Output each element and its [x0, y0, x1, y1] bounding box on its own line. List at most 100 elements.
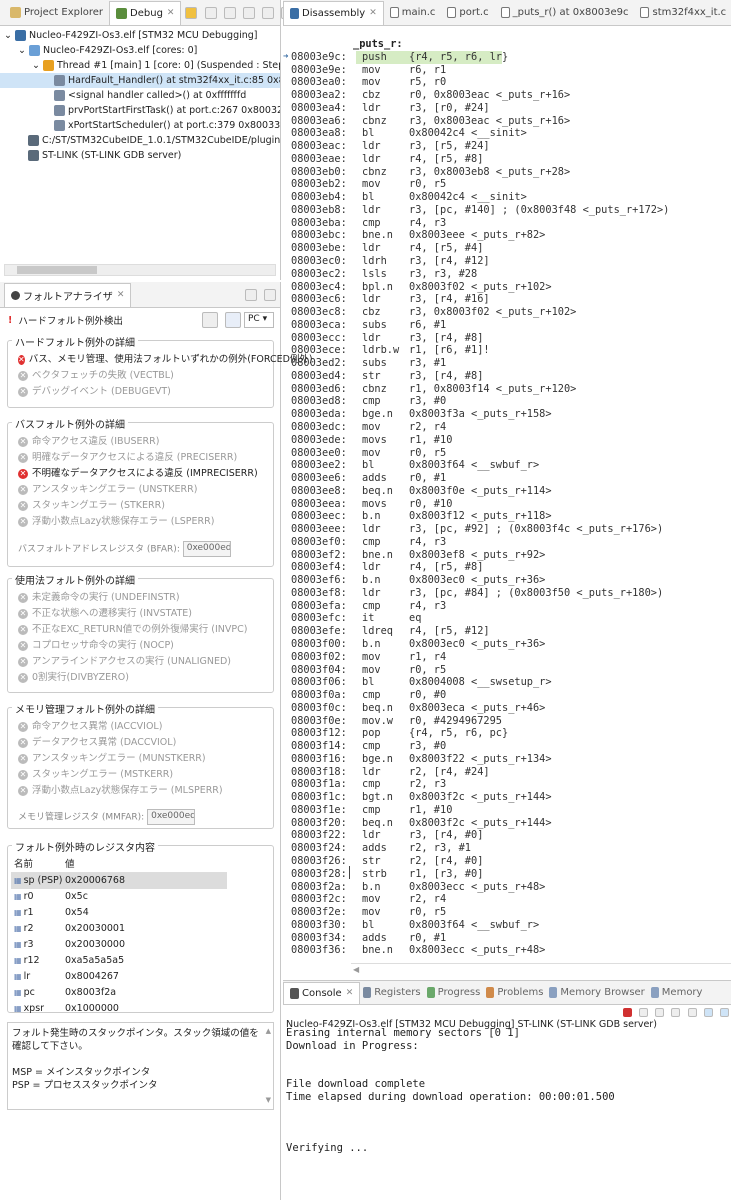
disassembly-line[interactable]: 08003f34: adds r0, #1: [283, 932, 731, 945]
register-row[interactable]: ▦ r2 0x20030001: [11, 921, 227, 937]
tree-item-process[interactable]: ⌄ Nucleo-F429ZI-Os3.elf [cores: 0]: [0, 43, 280, 58]
bfar-field[interactable]: 0xe000ed: [182, 541, 231, 557]
register-row[interactable]: ▦ pc 0x8003f2a: [11, 985, 227, 1001]
disassembly-line[interactable]: 08003eee: ldr r3, [pc, #92] ; (0x8003f4c <…: [283, 523, 731, 536]
register-row[interactable]: ▦ sp (PSP) 0x20006768: [11, 873, 227, 889]
disassembly-line[interactable]: 08003f12: pop {r4, r5, r6, pc}: [283, 727, 731, 740]
disassembly-line[interactable]: 08003eac: ldr r3, [r5, #24]: [283, 140, 731, 153]
disassembly-line[interactable]: 08003f14: cmp r3, #0: [283, 740, 731, 753]
open-console-icon[interactable]: [720, 1007, 729, 1017]
tab-debug[interactable]: Debug ✕: [109, 0, 182, 25]
disassembly-line[interactable]: 08003f2e: mov r0, r5: [283, 906, 731, 919]
maximize-icon[interactable]: [264, 288, 276, 301]
disassembly-line[interactable]: 08003ec4: bpl.n 0x8003f02 <_puts_r+102>: [283, 281, 731, 294]
scrollbar-thumb[interactable]: [17, 266, 97, 274]
disassembly-line[interactable]: 08003ed2: subs r3, #1: [283, 357, 731, 370]
scroll-left-icon[interactable]: ◀: [353, 965, 359, 974]
minimize-icon[interactable]: [244, 288, 257, 301]
tab-port-c[interactable]: port.c: [441, 1, 494, 25]
disassembly-line[interactable]: 08003ede: movs r1, #10: [283, 434, 731, 447]
disassembly-line[interactable]: 08003ef0: cmp r4, r3: [283, 536, 731, 549]
tab-memory-browser[interactable]: Memory Browser: [546, 982, 647, 1004]
tree-item-thread[interactable]: ⌄ Thread #1 [main] 1 [core: 0] (Suspende…: [0, 58, 280, 73]
disassembly-line[interactable]: 08003f16: bge.n 0x8003f22 <_puts_r+134>: [283, 753, 731, 766]
tab-progress[interactable]: Progress: [424, 982, 484, 1004]
open-source-icon[interactable]: [201, 312, 218, 328]
tab-puts-r[interactable]: _puts_r() at 0x8003e9c: [495, 1, 635, 25]
register-row[interactable]: ▦ xpsr 0x1000000: [11, 1001, 227, 1017]
disassembly-line[interactable]: 08003eb8: ldr r3, [pc, #140] ; (0x8003f48 …: [283, 204, 731, 217]
disassembly-line[interactable]: 08003ebe: ldr r4, [r5, #4]: [283, 242, 731, 255]
disassembly-line[interactable]: 08003ee6: adds r0, #1: [283, 472, 731, 485]
register-row[interactable]: ▦ lr 0x8004267: [11, 969, 227, 985]
disassembly-line[interactable]: 08003eae: ldr r4, [r5, #8]: [283, 153, 731, 166]
disassembly-line[interactable]: 08003f24: adds r2, r3, #1: [283, 842, 731, 855]
tab-fault-analyzer[interactable]: フォルトアナライザ ✕: [4, 282, 132, 307]
tab-problems[interactable]: Problems: [483, 982, 546, 1004]
disassembly-line[interactable]: 08003f1a: cmp r2, r3: [283, 778, 731, 791]
tab-memory[interactable]: Memory: [648, 982, 706, 1004]
step-icon[interactable]: [223, 6, 236, 19]
register-row[interactable]: ▦ r12 0xa5a5a5a5: [11, 953, 227, 969]
disassembly-line[interactable]: 08003ef6: b.n 0x8003ec0 <_puts_r+36>: [283, 574, 731, 587]
disassembly-line[interactable]: 08003ee2: bl 0x8003f64 <__swbuf_r>: [283, 459, 731, 472]
disconnect-icon[interactable]: [204, 6, 217, 19]
column-value[interactable]: 値: [63, 857, 75, 872]
disassembly-line[interactable]: 08003eec: b.n 0x8003f12 <_puts_r+118>: [283, 510, 731, 523]
disassembly-line[interactable]: 08003ef2: bne.n 0x8003ef8 <_puts_r+92>: [283, 549, 731, 562]
disassembly-line[interactable]: 08003ea6: cbnz r3, 0x8003eac <_puts_r+16>: [283, 115, 731, 128]
disassembly-line[interactable]: 08003f20: beq.n 0x8003f2c <_puts_r+144>: [283, 817, 731, 830]
register-row[interactable]: ▦ r3 0x20030000: [11, 937, 227, 953]
disassembly-line[interactable]: 08003ebc: bne.n 0x8003eee <_puts_r+82>: [283, 229, 731, 242]
disassembly-line[interactable]: 08003f00: b.n 0x8003ec0 <_puts_r+36>: [283, 638, 731, 651]
disassembly-line[interactable]: 08003ece: ldrb.w r1, [r6, #1]!: [283, 344, 731, 357]
close-icon[interactable]: ✕: [369, 8, 377, 18]
disassembly-line[interactable]: 08003f36: bne.n 0x8003ecc <_puts_r+48>: [283, 944, 731, 957]
horizontal-scrollbar[interactable]: [4, 264, 276, 276]
pin-console-icon[interactable]: [687, 1007, 697, 1017]
disassembly-line[interactable]: 08003f22: ldr r3, [r4, #0]: [283, 829, 731, 842]
register-row[interactable]: ▦ r1 0x54: [11, 905, 227, 921]
disassembly-line[interactable]: 08003f26: str r2, [r4, #0]: [283, 855, 731, 868]
disassembly-line[interactable]: 08003f04: mov r0, r5: [283, 664, 731, 677]
disassembly-line[interactable]: 08003eb2: mov r0, r5: [283, 178, 731, 191]
clear-console-icon[interactable]: [655, 1007, 665, 1017]
disassembly-line[interactable]: 08003efa: cmp r4, r3: [283, 600, 731, 613]
disassembly-line[interactable]: 08003ec0: ldrh r3, [r4, #12]: [283, 255, 731, 268]
disassembly-line[interactable]: 08003ea8: bl 0x80042c4 <__sinit>: [283, 127, 731, 140]
disassembly-line[interactable]: 08003ea2: cbz r0, 0x8003eac <_puts_r+16>: [283, 89, 731, 102]
disassembly-line[interactable]: 08003f28: strb r1, [r3, #0]: [283, 868, 731, 881]
disassembly-line[interactable]: 08003ee8: beq.n 0x8003f0e <_puts_r+114>: [283, 485, 731, 498]
expand-icon[interactable]: ⌄: [18, 45, 26, 56]
close-icon[interactable]: ✕: [346, 988, 354, 998]
tab-stm32f4xx-it-c[interactable]: stm32f4xx_it.c: [634, 1, 731, 25]
terminate-icon[interactable]: [622, 1007, 632, 1017]
tree-item-frame[interactable]: xPortStartScheduler() at port.c:379 0x80…: [0, 118, 280, 133]
register-row[interactable]: ▦ r0 0x5c: [11, 889, 227, 905]
disassembly-line[interactable]: 08003f18: ldr r2, [r4, #24]: [283, 766, 731, 779]
tab-console[interactable]: Console ✕: [283, 981, 361, 1004]
minimize-icon[interactable]: [262, 6, 275, 19]
editor-hscrollbar[interactable]: ◀: [351, 963, 731, 975]
disassembly-line[interactable]: 08003ec6: ldr r3, [r4, #16]: [283, 293, 731, 306]
close-icon[interactable]: ✕: [117, 290, 125, 300]
disassembly-line[interactable]: 08003f1e: cmp r1, #10: [283, 804, 731, 817]
tree-item-frame-selected[interactable]: HardFault_Handler() at stm32f4xx_it.c:85…: [0, 73, 280, 88]
tree-item-frame[interactable]: <signal handler called>() at 0xfffffffd: [0, 88, 280, 103]
close-icon[interactable]: ✕: [167, 8, 175, 18]
disassembly-line[interactable]: 08003ea0: mov r5, r0: [283, 76, 731, 89]
disassembly-line[interactable]: 08003ef4: ldr r4, [r5, #8]: [283, 561, 731, 574]
disassembly-line[interactable]: 08003eb0: cbnz r3, 0x8003eb8 <_puts_r+28>: [283, 166, 731, 179]
disassembly-line[interactable]: 08003edc: mov r2, r4: [283, 421, 731, 434]
scroll-down-icon[interactable]: ▼: [266, 1094, 271, 1107]
disassembly-line[interactable]: 08003eca: subs r6, #1: [283, 319, 731, 332]
disassembly-line[interactable]: 08003eda: bge.n 0x8003f3a <_puts_r+158>: [283, 408, 731, 421]
disassembly-listing[interactable]: _puts_r: ➜ 08003e9c: push {r4, r5, r6, lr} 0…: [283, 38, 731, 962]
view-menu-icon[interactable]: [243, 6, 256, 19]
tree-item-launch[interactable]: ⌄ Nucleo-F429ZI-Os3.elf [STM32 MCU Debug…: [0, 28, 280, 43]
disassembly-line[interactable]: 08003eb4: bl 0x80042c4 <__sinit>: [283, 191, 731, 204]
disassembly-line[interactable]: 08003f2c: mov r2, r4: [283, 893, 731, 906]
scroll-lock-icon[interactable]: [671, 1007, 681, 1017]
disassembly-line[interactable]: 08003ed8: cmp r3, #0: [283, 395, 731, 408]
launch-icon[interactable]: [185, 6, 198, 19]
